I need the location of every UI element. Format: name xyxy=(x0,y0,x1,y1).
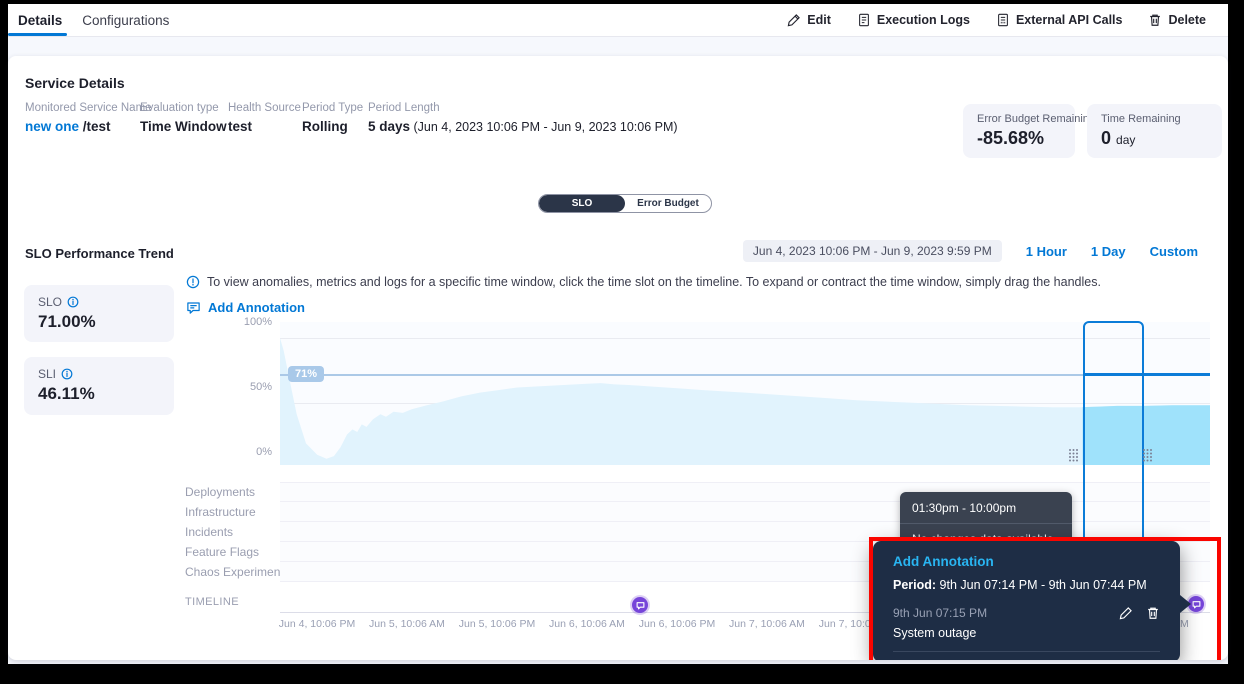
field-value: Rolling xyxy=(302,119,368,134)
lane-label: Chaos Experiments xyxy=(185,565,290,579)
timeline-label: TIMELINE xyxy=(185,596,239,608)
toolbar: Edit Execution Logs External API Calls D… xyxy=(787,13,1228,27)
sli-metric-card: SLI 46.11% xyxy=(24,357,174,415)
slo-value: 71.00% xyxy=(38,312,160,332)
document-icon xyxy=(857,13,871,27)
popup-entry-time: 9th Jun 07:15 PM xyxy=(893,606,987,620)
popup-add-annotation-link[interactable]: Add Annotation xyxy=(893,554,1160,569)
timeline-info-banner: To view anomalies, metrics and logs for … xyxy=(186,275,1196,289)
range-custom[interactable]: Custom xyxy=(1150,244,1198,259)
field-period-length: Period Length 5 days (Jun 4, 2023 10:06 … xyxy=(368,102,678,134)
trash-icon xyxy=(1148,13,1162,27)
field-value: 5 days xyxy=(368,119,410,134)
range-1-hour[interactable]: 1 Hour xyxy=(1026,244,1067,259)
tab-configurations[interactable]: Configurations xyxy=(72,4,179,36)
sli-area-chart xyxy=(280,322,1210,465)
sli-area xyxy=(280,338,1210,465)
annotation-marker-icon[interactable] xyxy=(632,597,648,613)
info-icon[interactable] xyxy=(61,368,73,380)
pencil-icon xyxy=(787,13,801,27)
field-label: Monitored Service Name xyxy=(25,102,140,114)
x-axis-label-partial: M xyxy=(1180,618,1189,630)
field-health-source: Health Source test xyxy=(228,102,302,134)
external-api-calls-button[interactable]: External API Calls xyxy=(996,13,1123,27)
slo-label: SLO xyxy=(38,295,62,309)
time-remaining-unit: day xyxy=(1116,133,1135,147)
field-label: Period Type xyxy=(302,102,368,114)
lane-label: Feature Flags xyxy=(185,545,259,559)
y-axis-label-50: 50% xyxy=(224,381,272,393)
error-budget-remaining-value: -85.68% xyxy=(977,128,1061,149)
field-label: Evaluation type xyxy=(140,102,228,114)
slo-errorbudget-toggle: SLO Error Budget xyxy=(538,194,712,213)
stat-label: Time Remaining xyxy=(1101,113,1208,125)
service-details-title: Service Details xyxy=(25,75,125,91)
field-suffix: (Jun 4, 2023 10:06 PM - Jun 9, 2023 10:0… xyxy=(410,120,678,134)
field-label: Period Length xyxy=(368,102,678,114)
field-period-type: Period Type Rolling xyxy=(302,102,368,134)
execution-logs-button[interactable]: Execution Logs xyxy=(857,13,970,27)
edit-label: Edit xyxy=(807,13,831,27)
time-remaining-card: Time Remaining 0 day xyxy=(1087,104,1222,158)
popup-period-value: 9th Jun 07:14 PM - 9th Jun 07:44 PM xyxy=(936,578,1147,592)
selection-left-handle-icon[interactable] xyxy=(1068,448,1079,467)
lane-label: Infrastructure xyxy=(185,505,256,519)
delete-label: Delete xyxy=(1168,13,1206,27)
popup-tail xyxy=(1180,595,1191,613)
monitored-service-link[interactable]: new one xyxy=(25,119,79,134)
trend-controls: Jun 4, 2023 10:06 PM - Jun 9, 2023 9:59 … xyxy=(743,240,1198,262)
stat-cards: Error Budget Remaining -85.68% Time Rema… xyxy=(963,104,1222,158)
slo-metric-card: SLO 71.00% xyxy=(24,285,174,342)
field-value: Time Window xyxy=(140,119,228,134)
edit-annotation-icon[interactable] xyxy=(1119,606,1133,620)
annotation-popup: Add Annotation Period: 9th Jun 07:14 PM … xyxy=(873,541,1180,660)
slo-performance-chart[interactable]: 71% xyxy=(280,322,1210,465)
range-1-day[interactable]: 1 Day xyxy=(1091,244,1126,259)
stat-label: Error Budget Remaining xyxy=(977,113,1061,125)
slo-target-line-left xyxy=(280,374,1083,376)
lane-label: Deployments xyxy=(185,485,255,499)
slo-target-badge: 71% xyxy=(288,366,324,382)
tab-bar: Details Configurations Edit Execution Lo… xyxy=(8,4,1228,37)
selection-right-handle-icon[interactable] xyxy=(1142,448,1153,467)
document-api-icon xyxy=(996,13,1010,27)
field-value: test xyxy=(228,119,302,134)
field-monitored-service: Monitored Service Name new one /test xyxy=(25,102,140,134)
trend-title: SLO Performance Trend xyxy=(25,246,174,261)
tooltip-time-range: 01:30pm - 10:00pm xyxy=(900,492,1072,523)
field-label: Health Source xyxy=(228,102,302,114)
lane-label: Incidents xyxy=(185,525,233,539)
popup-period-label: Period: xyxy=(893,578,936,592)
app-window: Details Configurations Edit Execution Lo… xyxy=(8,4,1228,664)
sli-value: 46.11% xyxy=(38,384,160,404)
time-remaining-value: 0 xyxy=(1101,128,1111,148)
add-annotation-link[interactable]: Add Annotation xyxy=(186,300,305,315)
external-api-calls-label: External API Calls xyxy=(1016,13,1123,27)
delete-annotation-icon[interactable] xyxy=(1146,606,1160,620)
error-budget-remaining-card: Error Budget Remaining -85.68% xyxy=(963,104,1075,158)
date-range-pill[interactable]: Jun 4, 2023 10:06 PM - Jun 9, 2023 9:59 … xyxy=(743,240,1002,262)
y-axis-label-0: 0% xyxy=(224,446,272,458)
service-details-fields: Monitored Service Name new one /test Eva… xyxy=(25,102,678,134)
execution-logs-label: Execution Logs xyxy=(877,13,970,27)
field-evaluation-type: Evaluation type Time Window xyxy=(140,102,228,134)
info-icon xyxy=(186,275,200,289)
content-card: Service Details Monitored Service Name n… xyxy=(8,56,1228,660)
add-annotation-label: Add Annotation xyxy=(208,300,305,315)
y-axis-label-100: 100% xyxy=(224,316,272,328)
popup-annotation-text: System outage xyxy=(893,626,1160,640)
field-suffix: /test xyxy=(79,119,111,134)
active-tab-underline xyxy=(8,33,67,36)
tab-details[interactable]: Details xyxy=(8,4,72,36)
toggle-option-error-budget[interactable]: Error Budget xyxy=(625,195,711,212)
info-text: To view anomalies, metrics and logs for … xyxy=(207,275,1101,289)
toggle-option-slo[interactable]: SLO xyxy=(539,195,625,212)
info-icon[interactable] xyxy=(67,296,79,308)
sli-label: SLI xyxy=(38,367,56,381)
annotation-bubble-icon xyxy=(186,300,201,315)
delete-button[interactable]: Delete xyxy=(1148,13,1206,27)
edit-button[interactable]: Edit xyxy=(787,13,831,27)
